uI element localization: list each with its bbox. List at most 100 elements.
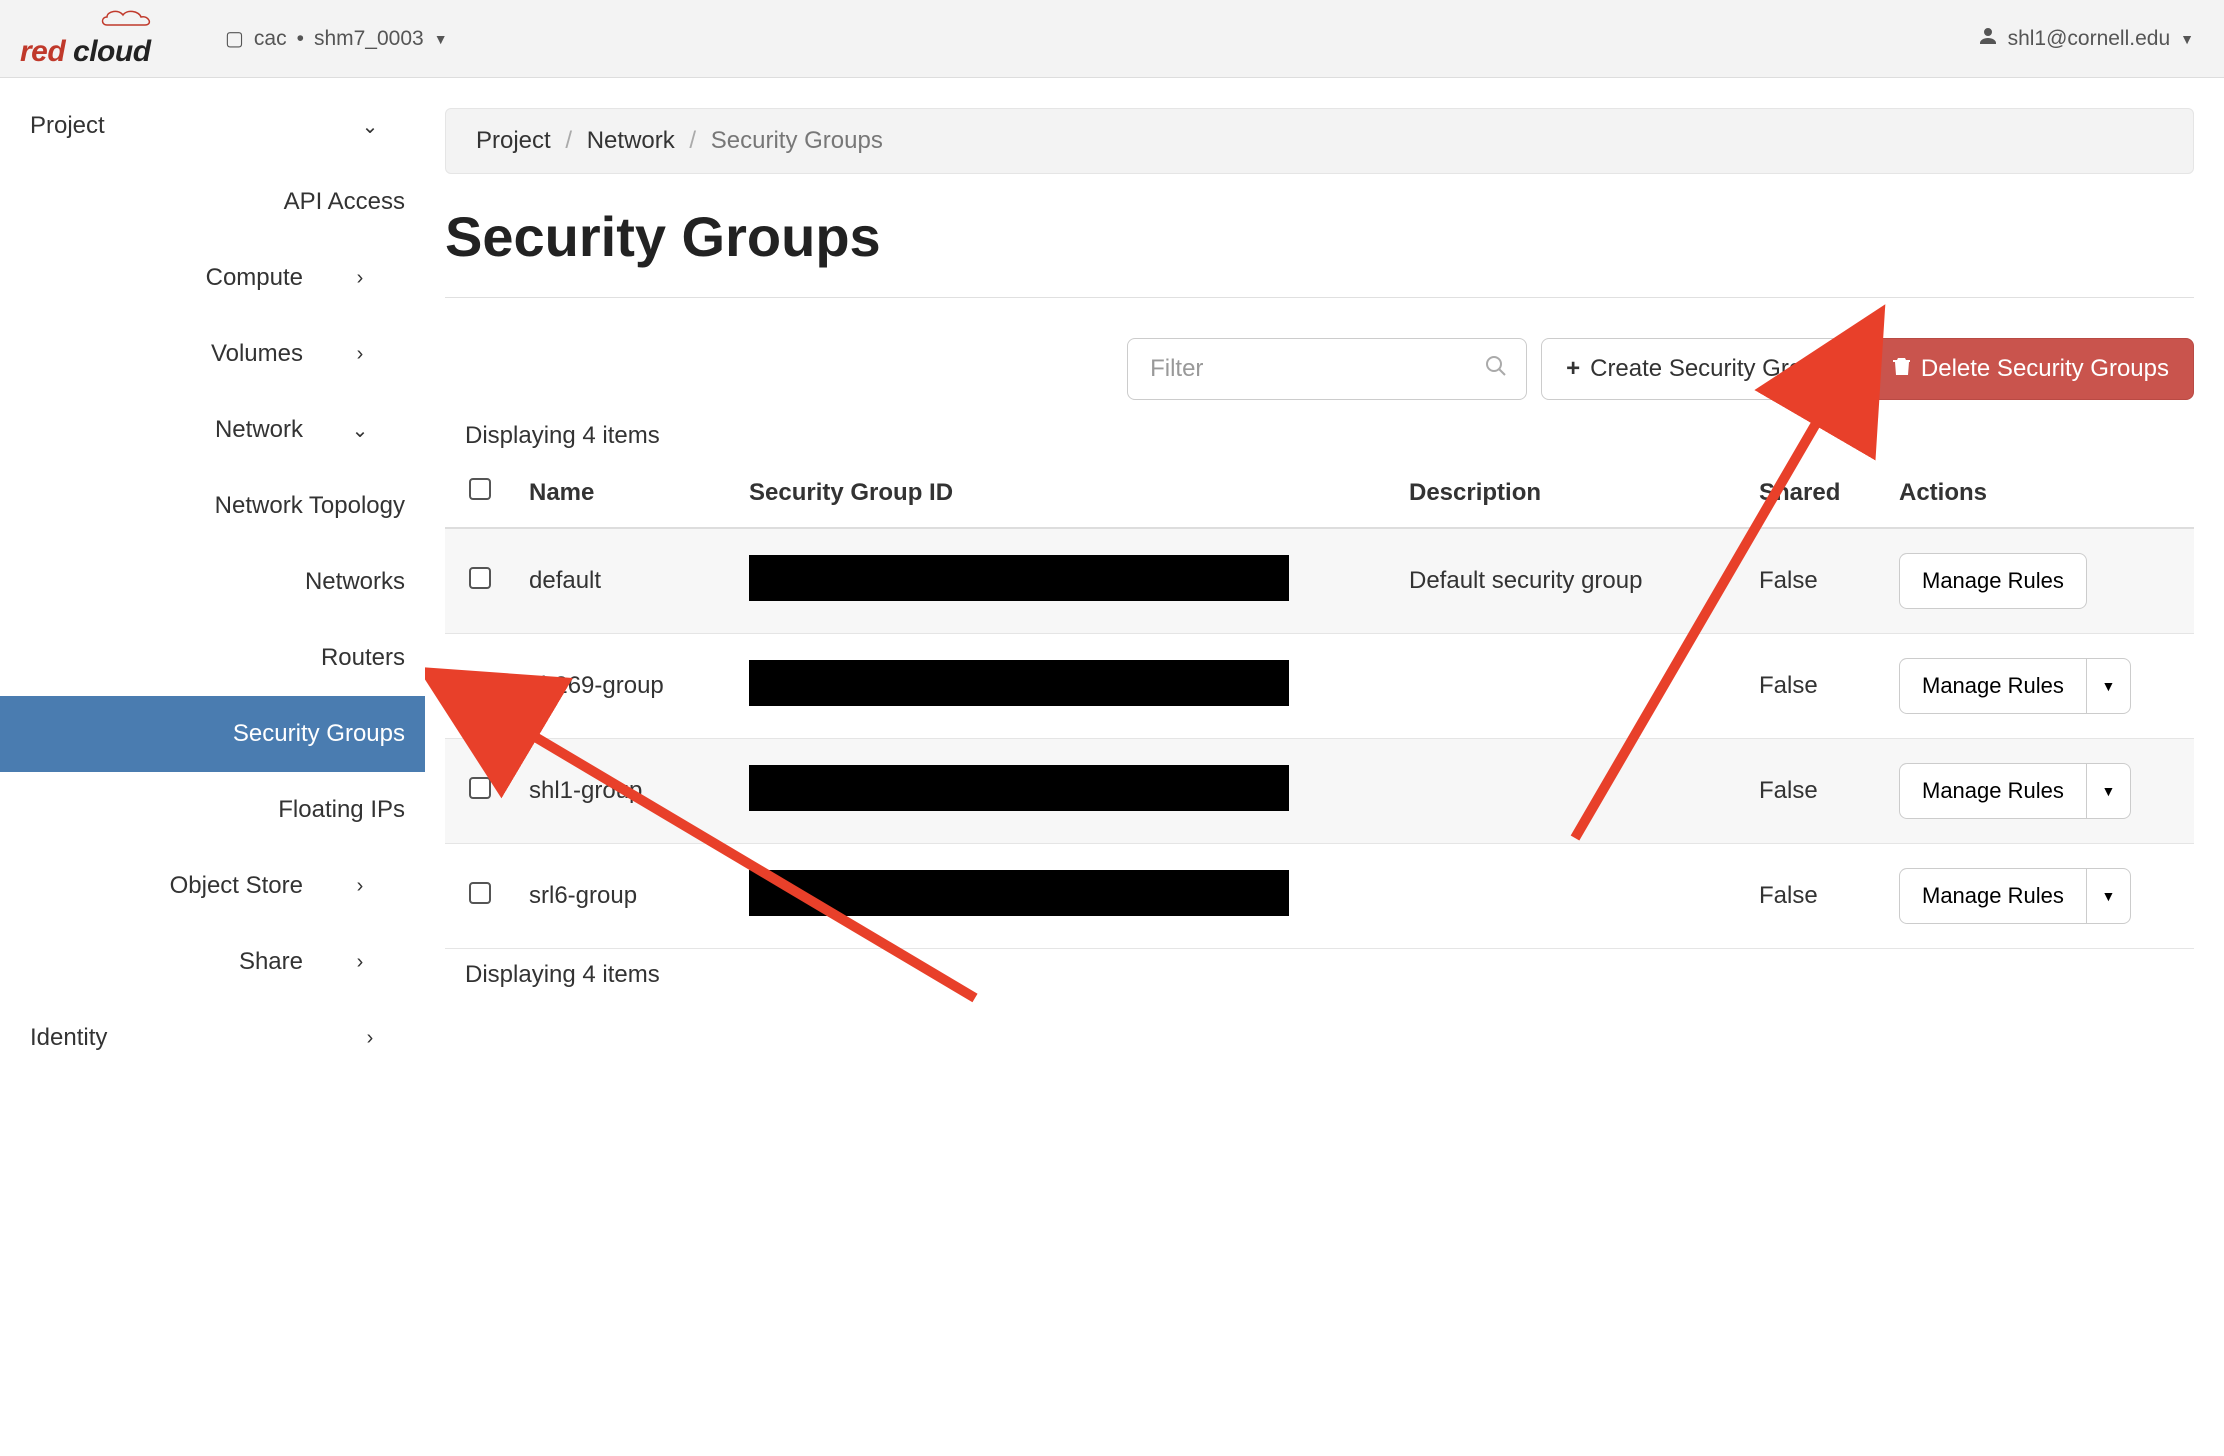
chevron-right-icon: › xyxy=(335,343,385,366)
cell-name[interactable]: default xyxy=(515,528,735,634)
divider xyxy=(445,297,2194,298)
cell-description xyxy=(1395,844,1745,949)
cell-shared: False xyxy=(1745,739,1885,844)
col-shared[interactable]: Shared xyxy=(1745,458,1885,528)
col-actions: Actions xyxy=(1885,458,2194,528)
manage-rules-button[interactable]: Manage Rules xyxy=(1899,868,2087,924)
breadcrumb-network[interactable]: Network xyxy=(587,127,675,154)
col-id[interactable]: Security Group ID xyxy=(735,458,1395,528)
trash-icon xyxy=(1893,355,1911,383)
breadcrumb: Project / Network / Security Groups xyxy=(445,108,2194,174)
project-selector[interactable]: ▢ cac • shm7_0003 ▼ xyxy=(225,26,448,51)
security-groups-table: Name Security Group ID Description Share… xyxy=(445,458,2194,949)
sidebar-share[interactable]: Share › xyxy=(0,924,425,1000)
cell-description: Default security group xyxy=(1395,528,1745,634)
domain-icon: ▢ xyxy=(225,26,244,51)
cell-name[interactable]: srl6-group xyxy=(515,844,735,949)
sidebar-identity[interactable]: Identity › xyxy=(0,1000,425,1076)
page-title: Security Groups xyxy=(445,204,2194,269)
sidebar-label: Network Topology xyxy=(215,492,405,520)
table-row: kb269-groupFalseManage Rules▼ xyxy=(445,634,2194,739)
button-label: Delete Security Groups xyxy=(1921,355,2169,383)
chevron-down-icon: ⌄ xyxy=(345,114,395,139)
search-icon[interactable] xyxy=(1485,355,1507,383)
project-prefix: cac xyxy=(254,27,287,51)
redacted-id xyxy=(749,765,1289,811)
table-row: shl1-group FalseManage Rules ▼ xyxy=(445,739,2194,844)
sidebar-networks[interactable]: Networks xyxy=(0,544,425,620)
sidebar-volumes[interactable]: Volumes › xyxy=(0,316,425,392)
caret-down-icon: ▼ xyxy=(2101,783,2115,799)
sidebar-floating-ips[interactable]: Floating IPs xyxy=(0,772,425,848)
breadcrumb-project[interactable]: Project xyxy=(476,127,551,154)
row-checkbox[interactable] xyxy=(469,678,491,700)
sidebar-label: Network xyxy=(215,416,303,444)
cell-shared: False xyxy=(1745,528,1885,634)
sidebar-project[interactable]: Project ⌄ xyxy=(0,88,425,164)
cell-id xyxy=(735,528,1395,634)
sidebar-label: Compute xyxy=(206,264,303,292)
chevron-right-icon: › xyxy=(335,267,385,290)
chevron-down-icon: ⌄ xyxy=(335,418,385,443)
filter-input[interactable] xyxy=(1127,338,1527,400)
cell-actions: Manage Rules ▼ xyxy=(1885,844,2194,949)
cell-name[interactable]: kb269-group xyxy=(515,634,735,739)
row-checkbox[interactable] xyxy=(469,882,491,904)
cell-id xyxy=(735,844,1395,949)
delete-security-groups-button[interactable]: Delete Security Groups xyxy=(1868,338,2194,400)
sidebar-label: Share xyxy=(239,948,303,976)
breadcrumb-current: Security Groups xyxy=(711,127,883,154)
caret-down-icon: ▼ xyxy=(2101,678,2115,694)
displaying-count-bottom: Displaying 4 items xyxy=(465,961,2194,989)
manage-rules-button[interactable]: Manage Rules xyxy=(1899,658,2087,714)
row-checkbox[interactable] xyxy=(469,567,491,589)
sidebar: Project ⌄ API Access Compute › Volumes ›… xyxy=(0,78,425,1456)
cell-actions: Manage Rules ▼ xyxy=(1885,739,2194,844)
sidebar-label: Project xyxy=(30,112,105,140)
sidebar-label: Security Groups xyxy=(233,720,405,748)
chevron-right-icon: › xyxy=(345,1027,395,1050)
sidebar-network-topology[interactable]: Network Topology xyxy=(0,468,425,544)
plus-icon: + xyxy=(1566,355,1580,383)
user-menu[interactable]: shl1@cornell.edu ▼ xyxy=(1978,26,2204,52)
actions-dropdown-button[interactable]: ▼ xyxy=(2087,763,2131,819)
sidebar-object-store[interactable]: Object Store › xyxy=(0,848,425,924)
create-security-group-button[interactable]: + Create Security Group xyxy=(1541,338,1854,400)
logo-red: red xyxy=(20,35,65,68)
sidebar-label: Networks xyxy=(305,568,405,596)
cell-description xyxy=(1395,739,1745,844)
select-all-checkbox[interactable] xyxy=(469,478,491,500)
chevron-right-icon: › xyxy=(335,951,385,974)
manage-rules-button[interactable]: Manage Rules xyxy=(1899,553,2087,609)
cell-name[interactable]: shl1-group xyxy=(515,739,735,844)
redacted-id xyxy=(749,870,1289,916)
col-description[interactable]: Description xyxy=(1395,458,1745,528)
project-name: shm7_0003 xyxy=(314,27,424,51)
sidebar-compute[interactable]: Compute › xyxy=(0,240,425,316)
sidebar-label: Object Store xyxy=(170,872,303,900)
manage-rules-button[interactable]: Manage Rules xyxy=(1899,763,2087,819)
sidebar-label: Volumes xyxy=(211,340,303,368)
cell-id xyxy=(735,739,1395,844)
chevron-right-icon: › xyxy=(335,875,385,898)
logo[interactable]: red cloud xyxy=(20,9,175,69)
caret-down-icon: ▼ xyxy=(2101,888,2115,904)
table-row: srl6-groupFalseManage Rules▼ xyxy=(445,844,2194,949)
sidebar-api-access[interactable]: API Access xyxy=(0,164,425,240)
user-email: shl1@cornell.edu xyxy=(2008,27,2171,51)
sidebar-routers[interactable]: Routers xyxy=(0,620,425,696)
row-checkbox[interactable] xyxy=(469,777,491,799)
cloud-icon xyxy=(97,7,157,31)
actions-dropdown-button[interactable]: ▼ xyxy=(2087,868,2131,924)
sidebar-security-groups[interactable]: Security Groups xyxy=(0,696,425,772)
logo-cloud: cloud xyxy=(73,35,151,68)
sidebar-network[interactable]: Network ⌄ xyxy=(0,392,425,468)
table-row: default Default security groupFalseManage… xyxy=(445,528,2194,634)
sidebar-label: Floating IPs xyxy=(278,796,405,824)
actions-dropdown-button[interactable]: ▼ xyxy=(2087,658,2131,714)
caret-down-icon: ▼ xyxy=(434,31,448,47)
displaying-count-top: Displaying 4 items xyxy=(465,422,2194,450)
sidebar-label: Routers xyxy=(321,644,405,672)
col-name[interactable]: Name xyxy=(515,458,735,528)
cell-id xyxy=(735,634,1395,739)
